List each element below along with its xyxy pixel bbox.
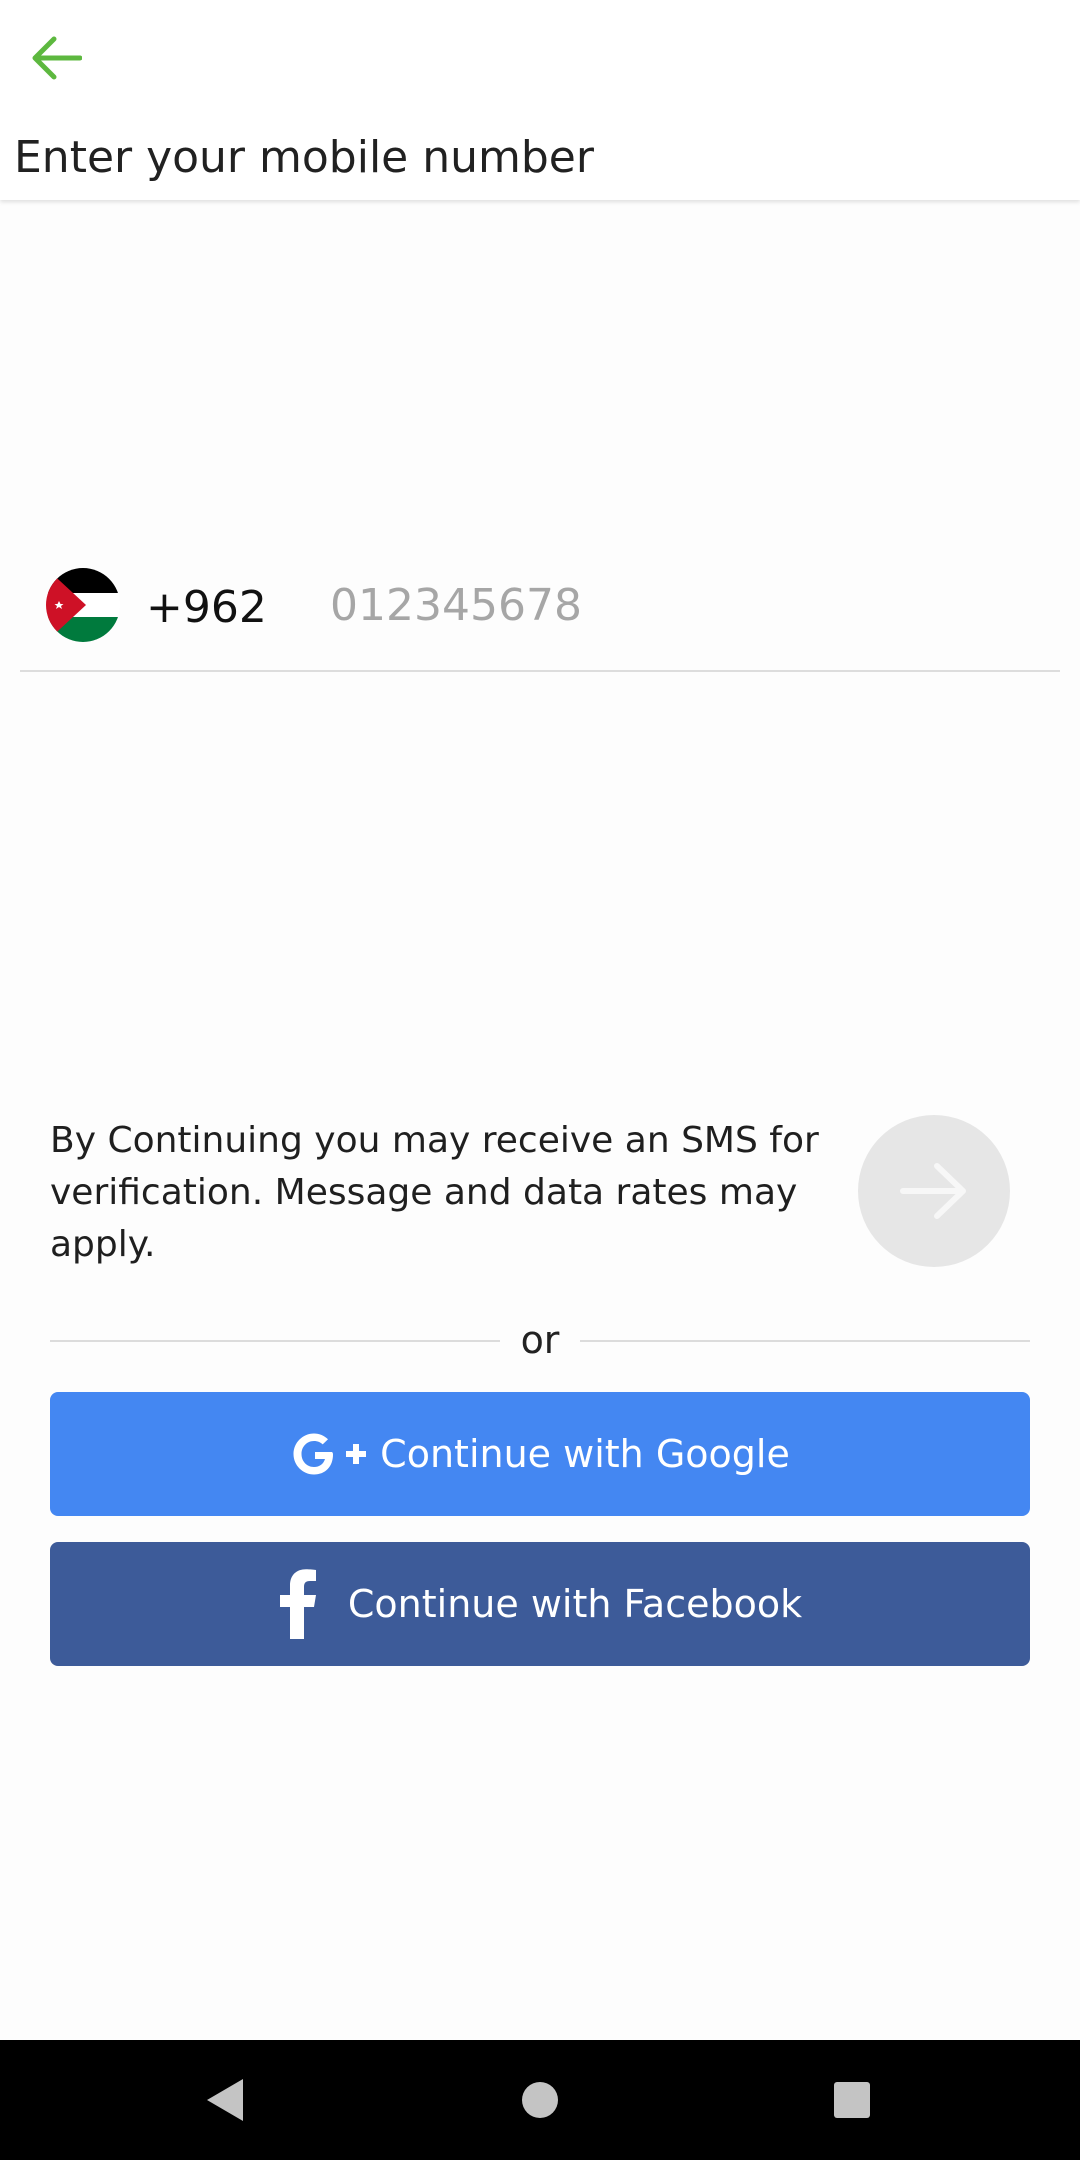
continue-with-google-button[interactable]: Continue with Google <box>50 1392 1030 1516</box>
sms-disclaimer: By Continuing you may receive an SMS for… <box>50 1120 819 1265</box>
jordan-flag-icon <box>46 568 120 642</box>
facebook-button-label: Continue with Facebook <box>347 1582 803 1626</box>
facebook-icon <box>278 1569 318 1639</box>
google-button-label: Continue with Google <box>380 1432 790 1476</box>
nav-back-button[interactable] <box>195 2070 255 2130</box>
divider-line-left <box>50 1340 500 1342</box>
nav-recents-button[interactable] <box>822 2070 882 2130</box>
or-label: or <box>520 1318 560 1362</box>
nav-back-triangle-icon <box>207 2079 243 2121</box>
page-title: Enter your mobile number <box>14 132 594 183</box>
arrow-right-icon <box>900 1163 966 1219</box>
next-button[interactable] <box>858 1115 1010 1267</box>
login-screen: Enter your mobile number +962 By Continu… <box>0 0 1080 2160</box>
continue-with-facebook-button[interactable]: Continue with Facebook <box>50 1542 1030 1666</box>
nav-home-circle-icon <box>522 2082 558 2118</box>
phone-number-row: +962 <box>20 560 1060 672</box>
google-plus-icon <box>290 1429 368 1479</box>
dial-code[interactable]: +962 <box>146 580 267 636</box>
nav-home-button[interactable] <box>510 2070 570 2130</box>
phone-number-input[interactable] <box>330 572 1050 638</box>
or-divider: or <box>50 1315 1030 1365</box>
country-selector[interactable] <box>46 568 120 642</box>
arrow-left-icon <box>32 36 82 80</box>
back-button[interactable] <box>22 24 90 92</box>
divider-line-right <box>580 1340 1030 1342</box>
system-nav-bar <box>0 2040 1080 2160</box>
nav-recents-square-icon <box>834 2082 870 2118</box>
app-bar: Enter your mobile number <box>0 0 1080 200</box>
